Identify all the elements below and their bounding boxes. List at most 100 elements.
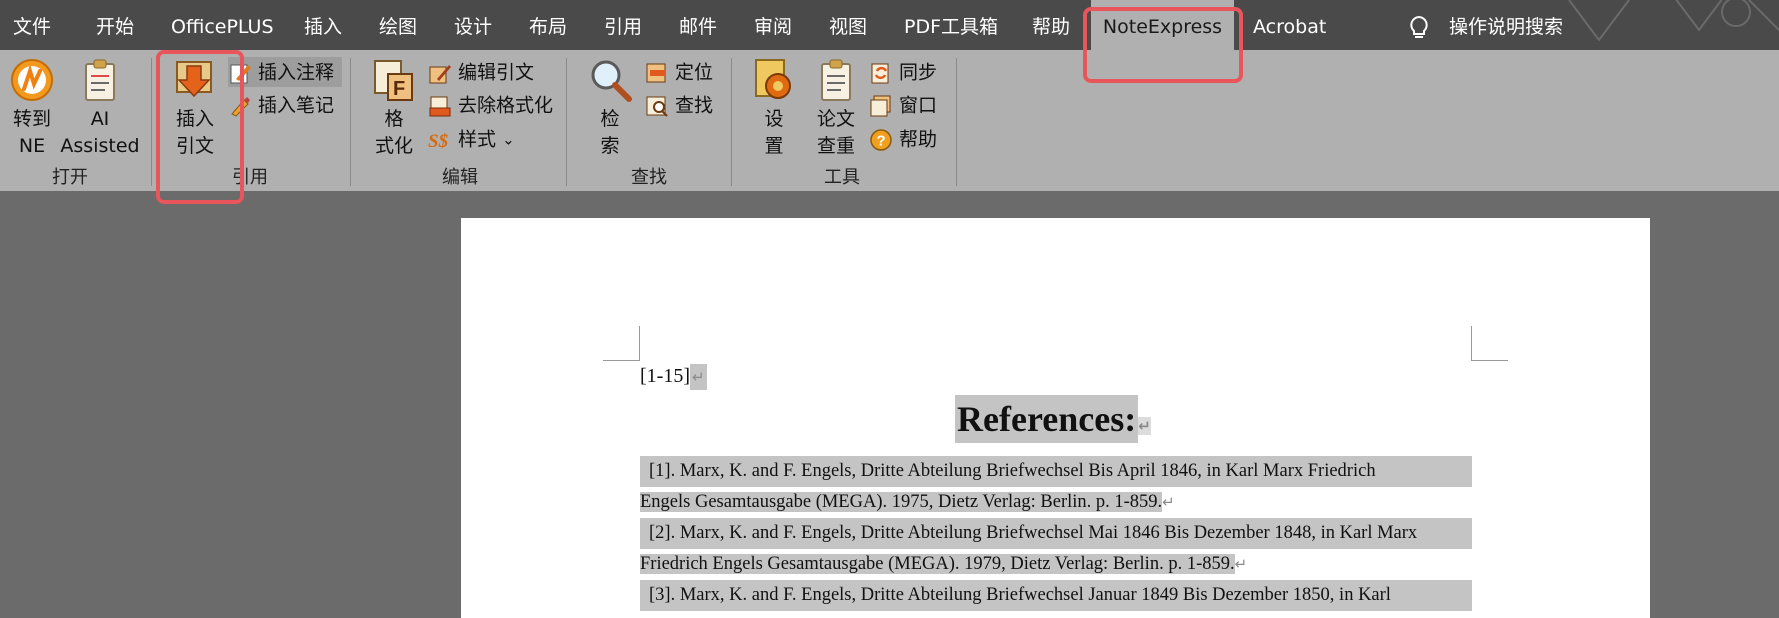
window-label: 窗口 [899, 94, 938, 117]
remove-format-label: 去除格式化 [458, 94, 554, 117]
svg-text:F: F [393, 78, 405, 100]
format-label-1: 格 [384, 108, 404, 130]
settings-label-2: 置 [764, 135, 784, 157]
sync-icon [869, 61, 893, 85]
paragraph-mark: ↵ [1138, 417, 1151, 435]
go-to-ne-label-1: 转到 [12, 108, 51, 130]
group-separator [350, 58, 351, 186]
reference-line: [2]. Marx, K. and F. Engels, Dritte Abte… [640, 518, 1472, 549]
help-label: 帮助 [899, 128, 938, 151]
insert-note-label: 插入注释 [258, 61, 335, 84]
style-dropdown[interactable]: S$ 样式 ⌄ [428, 124, 515, 154]
lightbulb-icon[interactable] [1408, 0, 1430, 50]
window-icon [869, 94, 893, 118]
tab-draw[interactable]: 绘图 [379, 0, 417, 50]
tab-design[interactable]: 设计 [454, 0, 492, 50]
group-separator [731, 58, 732, 186]
svg-text:S$: S$ [428, 131, 449, 152]
tab-view[interactable]: 视图 [829, 0, 867, 50]
citation-text: [1-15] [640, 365, 690, 387]
search-label-2: 索 [600, 135, 620, 157]
chevron-down-icon: ⌄ [502, 130, 515, 149]
tab-mailings[interactable]: 邮件 [679, 0, 717, 50]
locate-label: 定位 [675, 61, 714, 84]
help-icon: ? [869, 128, 893, 152]
format-label-2: 式化 [374, 135, 413, 157]
paragraph-mark: ↵ [1162, 493, 1175, 511]
paragraph-mark: ↵ [1234, 555, 1248, 573]
highlight-box-insert-citation [156, 50, 244, 204]
tab-help[interactable]: 帮助 [1032, 0, 1070, 50]
locate-button[interactable]: 定位 [645, 57, 713, 87]
sync-label: 同步 [899, 61, 938, 84]
locate-icon [645, 61, 669, 85]
ribbon: 转到 NE AI Assisted 打开 插入 引文 插入注释 插入笔记 引用 … [0, 50, 1779, 191]
settings-label-1: 设 [764, 108, 784, 130]
go-to-ne-label-2: NE [18, 135, 46, 157]
reference-item[interactable]: [1]. Marx, K. and F. Engels, Dritte Abte… [640, 456, 1472, 518]
heading-text: References: [955, 395, 1139, 443]
group-separator [566, 58, 567, 186]
tab-home[interactable]: 开始 [96, 0, 134, 50]
decorative-pattern [1559, 0, 1779, 50]
paragraph-mark: ↵ [689, 364, 707, 390]
settings-button[interactable]: 设 置 [747, 58, 801, 160]
search-button[interactable]: 检 索 [583, 58, 637, 160]
edit-citation-button[interactable]: 编辑引文 [428, 57, 534, 87]
tab-review[interactable]: 审阅 [754, 0, 792, 50]
style-icon: S$ [428, 128, 452, 152]
tab-references[interactable]: 引用 [604, 0, 642, 50]
search-magnifier-icon [588, 58, 632, 102]
tab-file[interactable]: 文件 [13, 0, 51, 50]
remove-format-button[interactable]: 去除格式化 [428, 90, 553, 120]
noteexpress-logo-icon [10, 58, 54, 102]
find-icon [645, 94, 669, 118]
group-label-open: 打开 [52, 167, 88, 188]
find-button[interactable]: 查找 [645, 90, 713, 120]
insert-note-button[interactable]: 插入注释 [228, 57, 343, 87]
group-label-edit: 编辑 [442, 167, 478, 188]
plagiarism-check-label-1: 论文 [816, 108, 855, 130]
ai-assisted-label-2: Assisted [60, 135, 140, 157]
edit-citation-icon [428, 61, 452, 85]
reference-line: Engels Gesamtausgabe (MEGA). 1975, Dietz… [640, 492, 1163, 512]
search-label-1: 检 [600, 108, 620, 130]
reference-line: Friedrich Engels Gesamtausgabe (MEGA). 1… [640, 554, 1235, 574]
sync-button[interactable]: 同步 [869, 57, 937, 87]
citation-marker[interactable]: [1-15] ↵ [640, 362, 707, 391]
help-button[interactable]: ? 帮助 [869, 124, 937, 154]
plagiarism-check-label-2: 查重 [816, 135, 855, 157]
edit-citation-label: 编辑引文 [458, 61, 535, 84]
style-label: 样式 [458, 128, 497, 151]
format-icon: F [372, 58, 416, 102]
group-label-find: 查找 [631, 167, 667, 188]
window-button[interactable]: 窗口 [869, 90, 937, 120]
find-label: 查找 [675, 94, 714, 117]
tab-pdf-toolbox[interactable]: PDF工具箱 [904, 0, 998, 50]
references-heading[interactable]: References: ↵ [955, 392, 1151, 446]
settings-gear-icon [752, 58, 796, 102]
reference-item[interactable]: [3]. Marx, K. and F. Engels, Dritte Abte… [640, 580, 1472, 611]
tab-officeplus[interactable]: OfficePLUS [171, 0, 274, 50]
tell-me-search[interactable]: 操作说明搜索 [1449, 0, 1563, 50]
ai-assisted-button[interactable]: AI Assisted [60, 58, 140, 160]
ai-assisted-label-1: AI [90, 108, 110, 130]
highlight-box-noteexpress-tab [1083, 7, 1243, 83]
plagiarism-check-icon [814, 58, 858, 102]
reference-line: [1]. Marx, K. and F. Engels, Dritte Abte… [640, 456, 1472, 487]
reference-item[interactable]: [2]. Marx, K. and F. Engels, Dritte Abte… [640, 518, 1472, 580]
group-label-tools: 工具 [824, 167, 860, 188]
crop-mark-right [1471, 326, 1508, 361]
go-to-ne-button[interactable]: 转到 NE [4, 58, 60, 160]
plagiarism-check-button[interactable]: 论文 查重 [808, 58, 864, 160]
group-separator [956, 58, 957, 186]
tab-insert[interactable]: 插入 [304, 0, 342, 50]
menu-bar: 文件 开始 OfficePLUS 插入 绘图 设计 布局 引用 邮件 审阅 视图… [0, 0, 1779, 50]
format-button[interactable]: F 格 式化 [366, 58, 422, 160]
insert-memo-label: 插入笔记 [258, 94, 335, 117]
tab-layout[interactable]: 布局 [529, 0, 567, 50]
tab-acrobat[interactable]: Acrobat [1253, 0, 1326, 50]
reference-line: [3]. Marx, K. and F. Engels, Dritte Abte… [640, 580, 1472, 611]
group-separator [151, 58, 152, 186]
svg-text:?: ? [877, 132, 886, 149]
